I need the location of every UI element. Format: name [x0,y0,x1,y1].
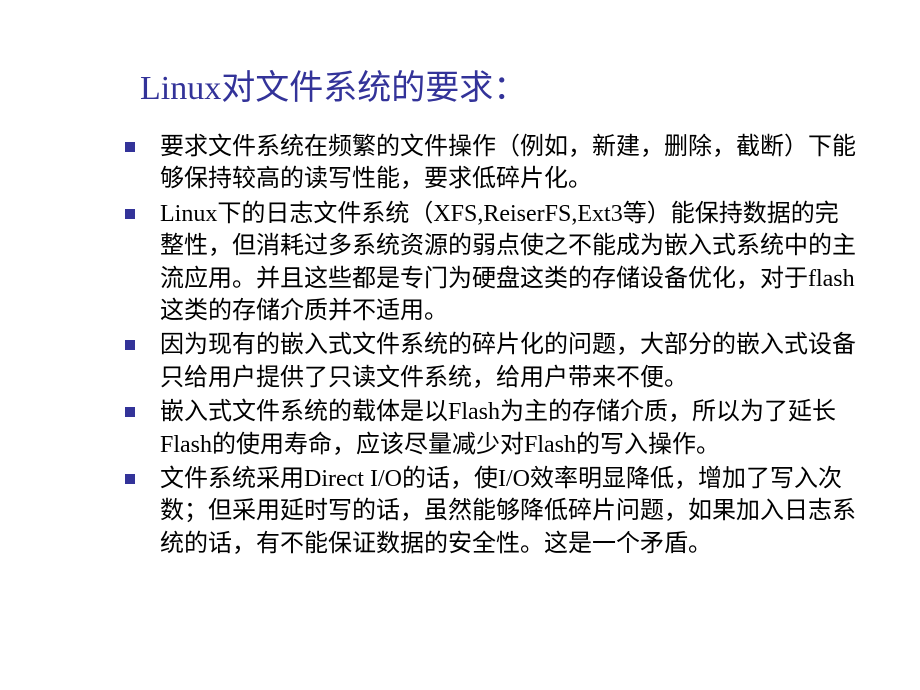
bullet-item: Linux下的日志文件系统（XFS,ReiserFS,Ext3等）能保持数据的完… [125,198,860,328]
bullet-marker-icon [125,142,135,152]
bullet-text: 因为现有的嵌入式文件系统的碎片化的问题，大部分的嵌入式设备只给用户提供了只读文件… [160,332,856,390]
bullet-item: 因为现有的嵌入式文件系统的碎片化的问题，大部分的嵌入式设备只给用户提供了只读文件… [125,329,860,394]
bullet-item: 嵌入式文件系统的载体是以Flash为主的存储介质，所以为了延长Flash的使用寿… [125,396,860,461]
bullet-text: Linux下的日志文件系统（XFS,ReiserFS,Ext3等）能保持数据的完… [160,201,856,324]
bullet-text: 嵌入式文件系统的载体是以Flash为主的存储介质，所以为了延长Flash的使用寿… [160,399,836,457]
bullet-text: 要求文件系统在频繁的文件操作（例如，新建，删除，截断）下能够保持较高的读写性能，… [160,134,856,192]
bullet-marker-icon [125,340,135,350]
bullet-text: 文件系统采用Direct I/O的话，使I/O效率明显降低，增加了写入次数；但采… [160,466,856,557]
slide-container: Linux对文件系统的要求： 要求文件系统在频繁的文件操作（例如，新建，删除，截… [0,0,920,690]
bullet-list: 要求文件系统在频繁的文件操作（例如，新建，删除，截断）下能够保持较高的读写性能，… [60,131,860,560]
bullet-item: 文件系统采用Direct I/O的话，使I/O效率明显降低，增加了写入次数；但采… [125,463,860,560]
bullet-item: 要求文件系统在频繁的文件操作（例如，新建，删除，截断）下能够保持较高的读写性能，… [125,131,860,196]
bullet-marker-icon [125,407,135,417]
bullet-marker-icon [125,209,135,219]
bullet-marker-icon [125,474,135,484]
slide-title: Linux对文件系统的要求： [140,60,860,109]
